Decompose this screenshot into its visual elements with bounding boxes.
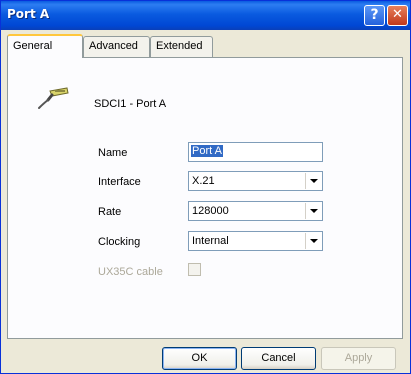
rate-select[interactable]: 128000 [188,201,323,221]
clocking-select[interactable]: Internal [188,231,323,251]
close-button[interactable]: ✕ [387,5,408,26]
chevron-down-icon[interactable] [305,203,321,219]
close-icon: ✕ [392,7,403,22]
clocking-label: Clocking [98,236,141,248]
chevron-down-icon[interactable] [305,233,321,249]
port-properties-dialog: Port A ? ✕ General Advanced Extended SDC… [0,0,411,374]
rate-select-value: 128000 [192,205,229,217]
tab-advanced[interactable]: Advanced [83,36,150,57]
title-bar[interactable]: Port A ? ✕ [1,1,410,30]
interface-select-value: X.21 [192,175,215,187]
tab-general[interactable]: General [7,34,83,58]
question-mark-icon: ? [370,7,379,23]
apply-button[interactable]: Apply [321,347,396,370]
name-field[interactable]: Port A [188,142,323,162]
cancel-button[interactable]: Cancel [241,347,316,370]
serial-port-connector-icon [38,87,69,109]
ux35c-cable-checkbox[interactable] [188,263,201,276]
rate-label: Rate [98,206,122,218]
help-button[interactable]: ? [364,5,385,26]
window-title: Port A [7,7,50,21]
clocking-select-value: Internal [192,235,229,247]
name-field-value: Port A [191,145,223,157]
tab-extended[interactable]: Extended [150,36,213,57]
ux35c-cable-label: UX35C cable [98,266,163,278]
interface-select[interactable]: X.21 [188,171,323,191]
name-label: Name [98,147,128,159]
port-title: SDCI1 - Port A [94,98,167,110]
ok-button[interactable]: OK [162,347,237,370]
general-tab-panel: SDCI1 - Port A Name Port A Interface X.2… [7,57,403,339]
interface-label: Interface [98,176,141,188]
chevron-down-icon[interactable] [305,173,321,189]
